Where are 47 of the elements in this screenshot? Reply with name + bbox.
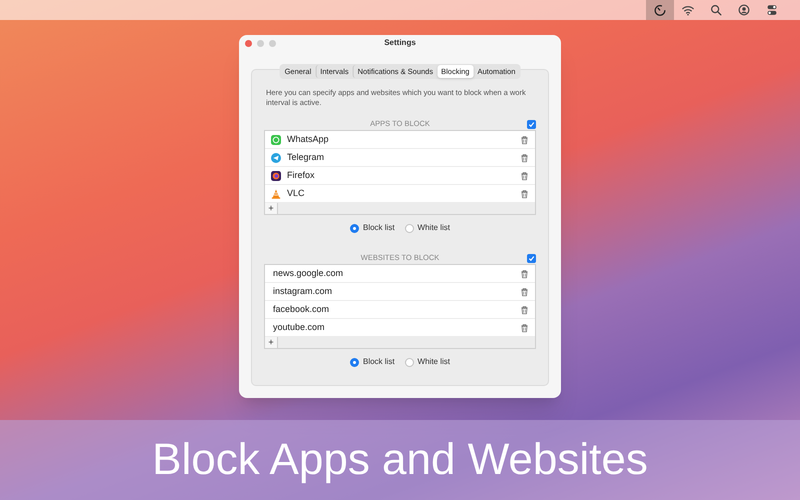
- list-row[interactable]: Firefox: [265, 167, 535, 185]
- radio-button[interactable]: [350, 358, 359, 366]
- radio-option[interactable]: White list: [404, 222, 450, 234]
- user-icon: [737, 3, 751, 17]
- menu-bar-item[interactable]: [646, 0, 674, 20]
- list-row[interactable]: instagram.com: [265, 283, 535, 301]
- window-title: Settings: [384, 37, 416, 49]
- delete-button[interactable]: [519, 170, 529, 180]
- checkbox[interactable]: [527, 254, 536, 263]
- add-button[interactable]: +: [265, 337, 278, 348]
- wifi-icon: [681, 3, 695, 17]
- delete-button[interactable]: [519, 134, 529, 144]
- radio-button[interactable]: [350, 224, 359, 232]
- delete-button[interactable]: [519, 322, 529, 332]
- trash-icon: [520, 268, 528, 278]
- delete-button[interactable]: [519, 268, 529, 278]
- trash-icon: [520, 304, 528, 314]
- trash-icon: [520, 170, 528, 180]
- radio-option[interactable]: Block list: [350, 356, 395, 368]
- timer-icon: [653, 3, 667, 17]
- list-row[interactable]: facebook.com: [265, 301, 535, 319]
- checkbox[interactable]: [527, 120, 536, 129]
- close-button[interactable]: [245, 40, 252, 46]
- trash-icon: [520, 286, 528, 296]
- caption: Block Apps and Websites: [152, 438, 648, 482]
- add-button[interactable]: +: [265, 203, 278, 214]
- browser-app-icon: [271, 170, 281, 180]
- delete-button[interactable]: [519, 304, 529, 314]
- delete-button[interactable]: [519, 188, 529, 198]
- radio-button[interactable]: [404, 224, 414, 232]
- radio-option[interactable]: Block list: [350, 222, 395, 234]
- delete-button[interactable]: [519, 286, 529, 296]
- trash-icon: [520, 152, 528, 162]
- traffic-cone-icon: [271, 188, 281, 198]
- list-row[interactable]: Telegram: [265, 149, 535, 167]
- paper-plane-icon: [271, 152, 281, 162]
- radio-option[interactable]: White list: [404, 356, 450, 368]
- radio-button[interactable]: [404, 358, 414, 366]
- delete-button[interactable]: [519, 152, 529, 162]
- search-icon: [709, 3, 723, 17]
- trash-icon: [520, 322, 528, 332]
- trash-icon: [520, 188, 528, 198]
- chat-bubble-icon: [271, 134, 281, 144]
- trash-icon: [520, 134, 528, 144]
- list-row[interactable]: WhatsApp: [265, 131, 535, 149]
- list-row[interactable]: news.google.com: [265, 265, 535, 283]
- toggles-icon: [765, 3, 779, 17]
